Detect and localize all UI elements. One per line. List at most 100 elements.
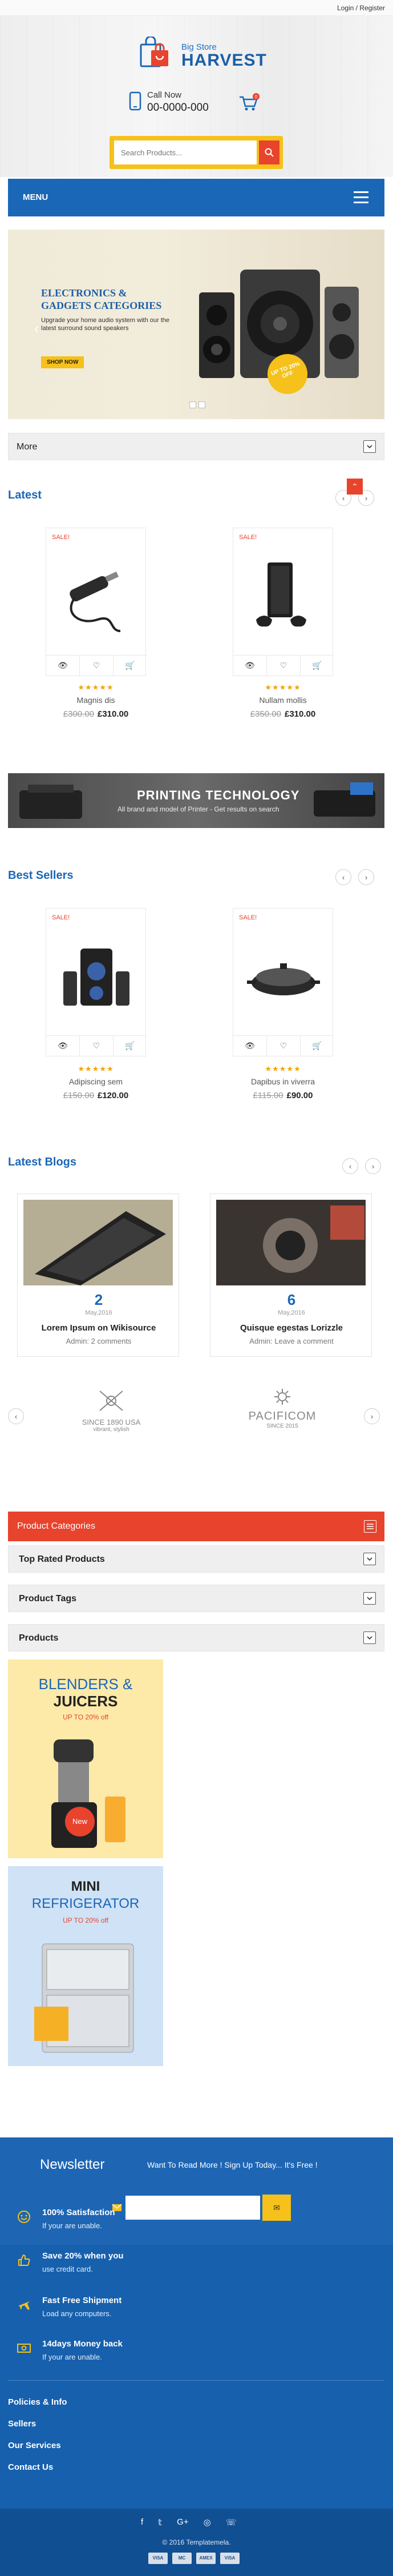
blog-post-card[interactable]: 2 May,2016 Lorem Ipsum on Wikisource Adm… xyxy=(17,1193,179,1357)
product-card[interactable]: SALE! 👁 ♡ 🛒 xyxy=(46,908,147,1056)
newsletter-submit-button[interactable]: ✉ xyxy=(262,2195,291,2221)
new-price: £90.00 xyxy=(286,1091,313,1100)
product-categories-bar[interactable]: Product Categories xyxy=(8,1512,384,1541)
slider-prev-arrow-icon[interactable]: ‹ xyxy=(34,321,39,337)
quick-view-eye-icon[interactable]: 👁 xyxy=(46,656,80,676)
brand-logo[interactable]: PACIFICOM SINCE 2015 xyxy=(245,1388,319,1429)
footer-link-sellers[interactable]: Sellers xyxy=(8,2419,36,2429)
product-card[interactable]: SALE! 👁 ♡ 🛒 xyxy=(233,528,334,676)
newsletter-title: Newsletter xyxy=(40,2157,105,2172)
brand-name: HARVEST xyxy=(181,51,267,70)
blog-title[interactable]: Lorem Ipsum on Wikisource xyxy=(18,1323,180,1333)
product-name[interactable]: Nullam mollis xyxy=(233,696,333,705)
scroll-to-top-button[interactable]: ⌃ xyxy=(347,479,363,495)
wishlist-heart-icon[interactable]: ♡ xyxy=(267,656,301,676)
refrigerator-promo-banner[interactable]: MINI REFRIGERATOR UP TO 20% off xyxy=(8,1866,163,2066)
menu-label: MENU xyxy=(23,192,48,202)
search-button[interactable] xyxy=(259,140,279,164)
footer-link-policies[interactable]: Policies & Info xyxy=(8,2397,67,2407)
product-name[interactable]: Dapibus in viverra xyxy=(233,1077,333,1086)
phone-icon xyxy=(129,91,141,111)
blog-title[interactable]: Quisque egestas Lorizzle xyxy=(210,1323,372,1333)
new-price: £310.00 xyxy=(285,709,316,719)
call-now-label: Call Now xyxy=(147,90,182,100)
wishlist-heart-icon[interactable]: ♡ xyxy=(267,1036,301,1056)
blogs-next-button[interactable]: › xyxy=(365,1158,381,1174)
brands-next-button[interactable]: › xyxy=(364,1408,380,1424)
top-rated-accordion[interactable]: Top Rated Products xyxy=(8,1545,384,1573)
payment-icons: VISA MC AMEX VISA xyxy=(148,2553,240,2564)
promo-title-line1: MINI xyxy=(71,1879,100,1894)
blog-month: May,2016 xyxy=(278,1309,305,1316)
cart-icon[interactable]: 0 xyxy=(238,93,260,112)
latest-title: Latest xyxy=(8,489,42,501)
electric-grill-image xyxy=(247,963,320,995)
product-card[interactable]: SALE! 👁 ♡ 🛒 xyxy=(233,908,334,1056)
wishlist-heart-icon[interactable]: ♡ xyxy=(80,1036,114,1056)
brand-logo[interactable]: SINCE 1890 USA vibrant, stylish xyxy=(74,1388,148,1433)
search-input[interactable] xyxy=(114,140,257,164)
wishlist-heart-icon[interactable]: ♡ xyxy=(80,656,114,676)
login-register-link[interactable]: Login / Register xyxy=(337,4,385,12)
feature-title: 14days Money back xyxy=(42,2339,123,2349)
google-plus-icon[interactable]: G+ xyxy=(177,2517,188,2527)
quick-view-eye-icon[interactable]: 👁 xyxy=(233,1036,267,1056)
brand-logo[interactable]: Big Store HARVEST xyxy=(181,42,267,70)
product-actions: 👁 ♡ 🛒 xyxy=(46,1035,147,1056)
add-to-cart-basket-icon[interactable]: 🛒 xyxy=(114,656,147,676)
hero-slider[interactable]: ‹ ELECTRONICS & GADGETS CATEGORIES Upgra… xyxy=(8,230,384,419)
add-to-cart-basket-icon[interactable]: 🛒 xyxy=(301,656,334,676)
newsletter-email-input[interactable] xyxy=(125,2196,260,2220)
slider-dot[interactable] xyxy=(198,401,205,408)
blogs-prev-button[interactable]: ‹ xyxy=(342,1158,358,1174)
list-icon[interactable] xyxy=(364,1520,376,1533)
old-price: £350.00 xyxy=(250,709,281,719)
whatsapp-icon[interactable]: ☏ xyxy=(226,2517,237,2527)
more-accordion[interactable]: More xyxy=(8,433,384,460)
add-to-cart-basket-icon[interactable]: 🛒 xyxy=(301,1036,334,1056)
main-menu-bar[interactable]: MENU xyxy=(8,179,384,216)
bestsellers-next-button[interactable]: › xyxy=(358,869,374,885)
product-name[interactable]: Adipiscing sem xyxy=(46,1077,146,1086)
shopping-bag-logo-icon[interactable] xyxy=(139,37,172,69)
footer-link-services[interactable]: Our Services xyxy=(8,2441,61,2450)
blog-meta: Admin: 2 comments xyxy=(66,1337,132,1345)
slider-dots[interactable] xyxy=(189,401,208,410)
product-tags-accordion[interactable]: Product Tags xyxy=(8,1585,384,1612)
add-to-cart-basket-icon[interactable]: 🛒 xyxy=(114,1036,147,1056)
slider-dot[interactable] xyxy=(189,401,196,408)
chevron-down-icon[interactable] xyxy=(363,440,376,453)
search-icon xyxy=(265,148,274,157)
twitter-icon[interactable]: 𝕥 xyxy=(158,2517,162,2527)
rating-stars: ★★★★★ xyxy=(265,1064,301,1073)
product-name[interactable]: Magnis dis xyxy=(46,696,146,705)
footer-divider xyxy=(8,2380,384,2381)
blog-post-card[interactable]: 6 May,2016 Quisque egestas Lorizzle Admi… xyxy=(210,1193,372,1357)
brands-prev-button[interactable]: ‹ xyxy=(8,1408,24,1424)
printing-banner[interactable]: PRINTING TECHNOLOGY All brand and model … xyxy=(8,773,384,828)
chevron-down-icon[interactable] xyxy=(363,1553,376,1565)
blenders-promo-banner[interactable]: BLENDERS & JUICERS UP TO 20% off New xyxy=(8,1659,163,1858)
footer-link-contact[interactable]: Contact Us xyxy=(8,2462,53,2472)
cart-count: 0 xyxy=(255,94,258,99)
promo-subtitle: UP TO 20% off xyxy=(63,1916,108,1924)
product-actions: 👁 ♡ 🛒 xyxy=(233,655,334,676)
bestsellers-prev-button[interactable]: ‹ xyxy=(335,869,351,885)
speaker-set-image xyxy=(63,949,129,1006)
chevron-down-icon[interactable] xyxy=(363,1592,376,1605)
blog-month: May,2016 xyxy=(85,1309,112,1316)
product-card[interactable]: SALE! 👁 ♡ 🛒 xyxy=(46,528,147,676)
shop-now-button[interactable]: SHOP NOW xyxy=(41,356,84,368)
sale-badge: SALE! xyxy=(52,534,70,541)
facebook-icon[interactable]: f xyxy=(141,2517,143,2527)
product-categories-label: Product Categories xyxy=(17,1521,95,1531)
chevron-down-icon[interactable] xyxy=(363,1631,376,1644)
blog-image xyxy=(23,1200,173,1285)
products-accordion[interactable]: Products xyxy=(8,1624,384,1651)
product-price: £350.00 £310.00 xyxy=(233,709,333,719)
instagram-icon[interactable]: ◎ xyxy=(204,2517,211,2527)
hamburger-icon[interactable] xyxy=(354,191,368,204)
bestsellers-title: Best Sellers xyxy=(8,869,74,882)
quick-view-eye-icon[interactable]: 👁 xyxy=(233,656,267,676)
quick-view-eye-icon[interactable]: 👁 xyxy=(46,1036,80,1056)
